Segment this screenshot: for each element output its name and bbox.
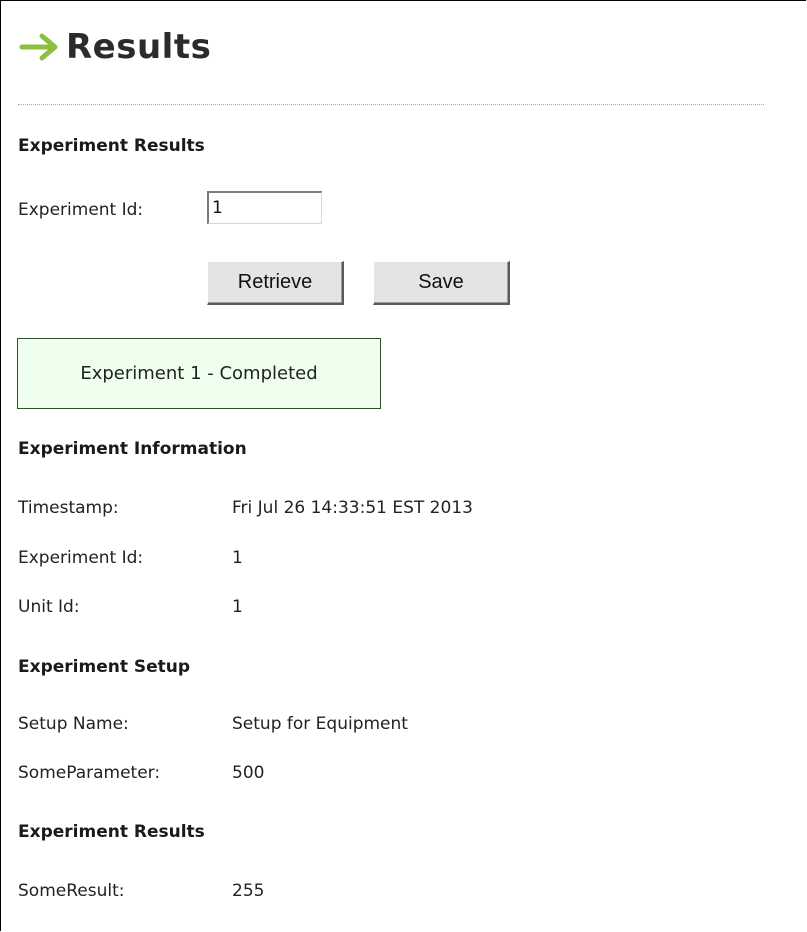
- unit-id-value: 1: [232, 597, 243, 617]
- experiment-id-info-label: Experiment Id:: [18, 548, 144, 568]
- experiment-results-query-heading: Experiment Results: [18, 136, 205, 156]
- page-title: Results: [66, 27, 212, 67]
- some-parameter-label: SomeParameter:: [18, 763, 161, 783]
- experiment-information-heading: Experiment Information: [18, 439, 247, 459]
- arrow-right-icon: [19, 33, 58, 61]
- some-parameter-value: 500: [232, 763, 265, 783]
- setup-name-label: Setup Name:: [18, 714, 129, 734]
- page-header: Results: [18, 22, 211, 72]
- status-message-box: Experiment 1 - Completed: [17, 338, 381, 409]
- save-button[interactable]: Save: [373, 261, 510, 305]
- title-divider: [18, 104, 764, 105]
- experiment-id-input[interactable]: [207, 191, 322, 224]
- experiment-id-label: Experiment Id:: [18, 200, 144, 220]
- timestamp-value: Fri Jul 26 14:33:51 EST 2013: [232, 498, 473, 518]
- retrieve-button[interactable]: Retrieve: [207, 261, 344, 305]
- unit-id-label: Unit Id:: [18, 597, 80, 617]
- timestamp-label: Timestamp:: [18, 498, 119, 518]
- experiment-id-info-value: 1: [232, 548, 243, 568]
- experiment-setup-heading: Experiment Setup: [18, 657, 191, 677]
- setup-name-value: Setup for Equipment: [232, 714, 408, 734]
- some-result-value: 255: [232, 881, 265, 901]
- experiment-results-heading: Experiment Results: [18, 822, 205, 842]
- status-message: Experiment 1 - Completed: [80, 363, 318, 384]
- some-result-label: SomeResult:: [18, 881, 125, 901]
